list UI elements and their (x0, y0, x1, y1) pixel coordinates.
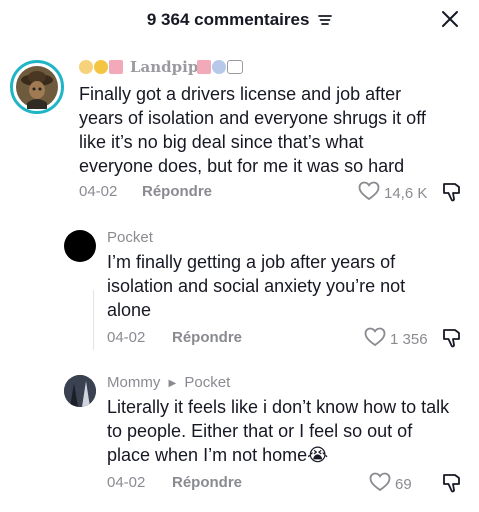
reply-button[interactable]: Répondre (172, 329, 242, 346)
reply-target[interactable]: Pocket (184, 374, 230, 391)
heart-outline-icon (369, 472, 391, 496)
thread-divider (93, 290, 94, 350)
username-decorations (79, 60, 123, 74)
comments-header: 9 364 commentaires (0, 0, 479, 40)
castle-icon (197, 60, 211, 74)
thumbs-down-icon[interactable] (441, 472, 463, 494)
thumbs-down-icon[interactable] (441, 181, 463, 203)
comment-text: I’m finally getting a job after years of… (107, 252, 406, 320)
avatar[interactable] (64, 375, 96, 407)
comments-count-label: 9 364 commentaires (146, 10, 310, 29)
comment-text: Finally got a drivers license and job af… (79, 84, 426, 176)
avatar[interactable] (64, 230, 96, 262)
reply-arrow-icon: ▶ (168, 378, 177, 389)
comment-date: 04-02 (107, 329, 146, 346)
globe-emoji-icon (212, 60, 226, 74)
comment-username[interactable]: Pocket (107, 229, 153, 246)
comment-text-content: Literally it feels like i don’t know how… (107, 397, 450, 465)
reply-button[interactable]: Répondre (142, 183, 212, 200)
heart-outline-icon (358, 181, 380, 205)
like-count: 1 356 (390, 330, 428, 348)
heart-outline-icon (364, 327, 386, 351)
comment-date: 04-02 (79, 183, 118, 200)
like-button[interactable]: 14,6 K (358, 181, 427, 205)
reply-button[interactable]: Répondre (172, 474, 242, 491)
smile-emoji-icon (94, 60, 108, 74)
comment-text: Literally it feels like i don’t know how… (107, 395, 457, 467)
comment-date: 04-02 (107, 474, 146, 491)
like-button[interactable]: 1 356 (364, 327, 428, 351)
like-button[interactable]: 69 (369, 472, 412, 496)
sort-icon[interactable] (318, 11, 333, 31)
comments-count-title: 9 364 commentaires (0, 10, 479, 31)
username-decorations-trailing (197, 60, 243, 74)
like-count: 14,6 K (384, 184, 428, 202)
comment-username: Mommy ▶ Pocket (107, 374, 230, 391)
avatar[interactable] (10, 60, 64, 114)
close-icon[interactable] (439, 8, 461, 30)
goat-icon (227, 60, 243, 74)
cat-emoji-icon (79, 60, 93, 74)
castle-icon (109, 60, 123, 74)
thumbs-down-icon[interactable] (441, 327, 463, 349)
crying-emoji-icon: 😭 (307, 445, 329, 465)
like-count: 69 (395, 475, 412, 493)
reply-author[interactable]: Mommy (107, 374, 160, 391)
